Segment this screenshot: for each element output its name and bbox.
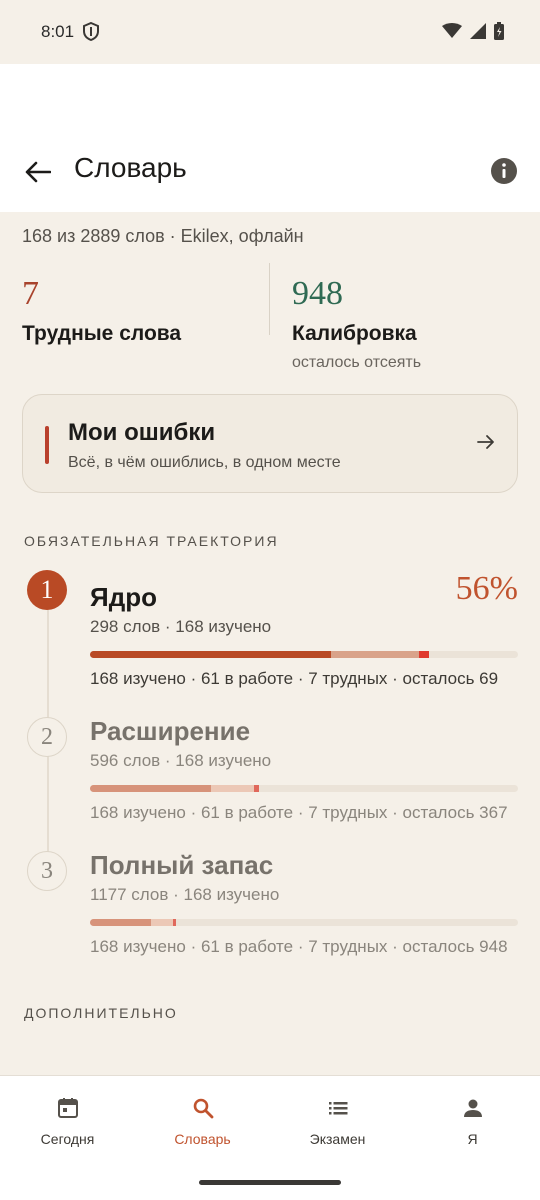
mistakes-accent-bar	[45, 426, 49, 464]
battery-icon	[494, 22, 504, 40]
step-progress-bar	[90, 785, 518, 792]
step-number-badge: 1	[27, 570, 67, 610]
step-meta: 1177 слов · 168 изучено	[90, 885, 280, 904]
app-bar: Словарь	[0, 64, 540, 212]
nav-label: Я	[467, 1131, 478, 1147]
step-percent: 56%	[455, 570, 518, 607]
step-breakdown: 168 изучено · 61 в работе · 7 трудных · …	[90, 803, 508, 822]
home-indicator	[199, 1180, 341, 1185]
dictionary-summary: 168 из 2889 слов · Ekilex, офлайн	[22, 226, 304, 246]
nav-label: Экзамен	[309, 1131, 366, 1147]
hard-words-count: 7	[22, 275, 39, 312]
progress-hard	[173, 919, 176, 926]
status-time: 8:01	[41, 22, 75, 41]
calibration-count: 948	[292, 275, 343, 312]
hard-words-stat[interactable]: 7 Трудные слова	[22, 272, 268, 346]
progress-in-work	[210, 785, 255, 792]
progress-learned	[90, 651, 332, 658]
info-icon	[491, 158, 517, 184]
progress-in-work	[151, 919, 174, 926]
step-number-badge: 2	[27, 717, 67, 757]
mistakes-title: Мои ошибки	[68, 419, 216, 446]
step-meta: 596 слов · 168 изучено	[90, 751, 272, 770]
nav-item-profile[interactable]: Я	[405, 1096, 540, 1147]
stat-divider	[269, 263, 270, 335]
status-icons	[442, 22, 504, 40]
step-number-badge: 3	[27, 851, 67, 891]
arrow-forward-icon	[477, 434, 495, 455]
nav-label: Словарь	[174, 1131, 231, 1147]
calendar-icon	[57, 1098, 78, 1118]
progress-in-work	[331, 651, 419, 658]
status-bar: 8:01	[0, 0, 540, 64]
signal-icon	[470, 23, 486, 39]
step-breakdown: 168 изучено · 61 в работе · 7 трудных · …	[90, 669, 499, 688]
calibration-sublabel: осталось отсеять	[292, 354, 422, 371]
hard-words-label: Трудные слова	[22, 322, 182, 345]
progress-learned	[90, 919, 152, 926]
additional-section-label: ДОПОЛНИТЕЛЬНО	[24, 1005, 178, 1021]
calibration-stat[interactable]: 948 Калибровка осталось отсеять	[292, 272, 522, 372]
search-icon	[193, 1098, 213, 1119]
progress-learned	[90, 785, 211, 792]
info-button[interactable]	[490, 157, 518, 185]
calibration-label: Калибровка	[292, 322, 417, 345]
step-progress-bar	[90, 919, 518, 926]
arrow-back-icon	[25, 161, 51, 183]
mistakes-subtitle: Всё, в чём ошиблись, в одном месте	[68, 454, 341, 471]
progress-hard	[254, 785, 260, 792]
step-title: Полный запас	[90, 850, 274, 880]
nav-item-exam[interactable]: Экзамен	[270, 1096, 405, 1147]
page-title: Словарь	[74, 152, 187, 183]
shield-icon	[83, 21, 99, 46]
step-progress-bar	[90, 651, 518, 658]
step-title: Ядро	[90, 582, 157, 612]
trajectory-section-label: ОБЯЗАТЕЛЬНАЯ ТРАЕКТОРИЯ	[24, 533, 279, 549]
nav-item-dictionary[interactable]: Словарь	[135, 1096, 270, 1147]
step-meta: 298 слов · 168 изучено	[90, 617, 272, 636]
wifi-icon	[442, 23, 462, 38]
step-title: Расширение	[90, 716, 251, 746]
my-mistakes-card[interactable]: Мои ошибки Всё, в чём ошиблись, в одном …	[22, 394, 518, 493]
nav-item-today[interactable]: Сегодня	[0, 1096, 135, 1147]
person-icon	[463, 1099, 482, 1117]
step-breakdown: 168 изучено · 61 в работе · 7 трудных · …	[90, 937, 508, 956]
back-button[interactable]	[22, 156, 54, 188]
nav-label: Сегодня	[40, 1131, 95, 1147]
progress-hard	[418, 651, 429, 658]
list-icon	[328, 1102, 347, 1115]
